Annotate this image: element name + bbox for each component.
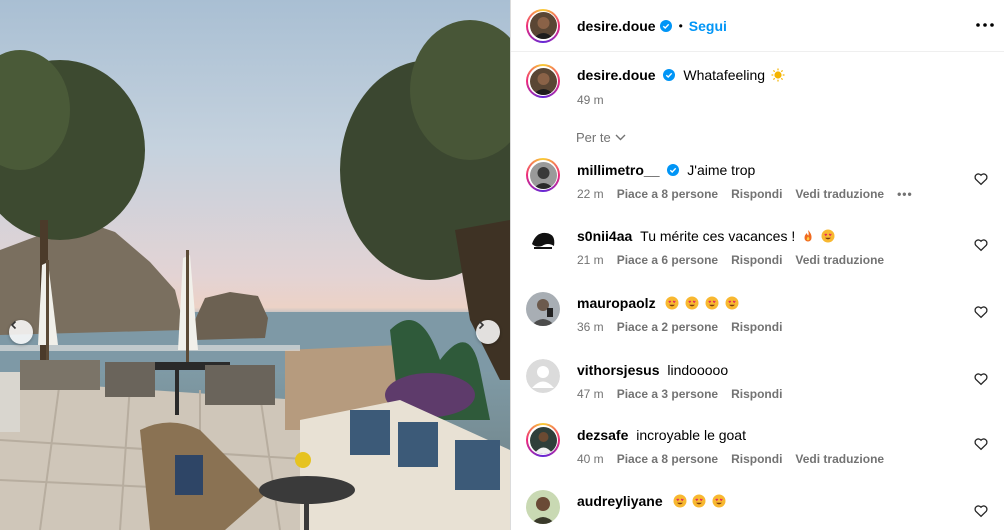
- reply-button[interactable]: Rispondi: [731, 253, 782, 267]
- caption-text: Whatafeeling: [683, 67, 766, 83]
- person-avatar-icon: [529, 426, 557, 454]
- post-options-button[interactable]: [972, 12, 998, 38]
- heart-eyes-icon: [725, 296, 739, 310]
- like-heart-icon[interactable]: [974, 172, 988, 186]
- comment-likes[interactable]: Piace a 3 persone: [617, 387, 718, 401]
- verified-badge-icon: [663, 69, 676, 81]
- caption-username[interactable]: desire.doue: [577, 67, 656, 83]
- post-photo: [0, 0, 510, 530]
- comment-likes[interactable]: Piace a 2 persone: [617, 320, 718, 334]
- chevron-down-icon: [615, 134, 626, 141]
- comment-text: incroyable le goat: [636, 427, 746, 443]
- comment-likes[interactable]: Piace a 6 persone: [617, 253, 718, 267]
- comment-time: 21 m: [577, 253, 604, 267]
- like-heart-icon[interactable]: [974, 305, 988, 319]
- reply-button[interactable]: Rispondi: [731, 187, 782, 201]
- comment-time: 47 m: [577, 387, 604, 401]
- reply-button[interactable]: Rispondi: [731, 452, 782, 466]
- comment-likes[interactable]: Piace a 8 persone: [617, 452, 718, 466]
- translate-button[interactable]: Vedi traduzione: [795, 187, 884, 201]
- heart-eyes-icon: [712, 494, 726, 508]
- comment-avatar[interactable]: [526, 423, 560, 457]
- header-separator: •: [678, 18, 683, 33]
- comment-row: mauropaolz 36 m Piace a 2 persone Rispon…: [526, 292, 996, 334]
- like-heart-icon[interactable]: [974, 238, 988, 252]
- more-horizontal-icon: [976, 23, 994, 27]
- person-avatar-icon: [526, 490, 560, 524]
- translate-button[interactable]: Vedi traduzione: [795, 452, 884, 466]
- caption-avatar[interactable]: [526, 64, 560, 98]
- comment-time: 36 m: [577, 320, 604, 334]
- chevron-left-icon: [10, 320, 17, 330]
- like-heart-icon[interactable]: [974, 437, 988, 451]
- heart-eyes-icon: [705, 296, 719, 310]
- comment-time: 40 m: [577, 452, 604, 466]
- heart-eyes-icon: [665, 296, 679, 310]
- carousel-next-button[interactable]: [476, 320, 500, 344]
- comment-username[interactable]: mauropaolz: [577, 295, 656, 311]
- comment-avatar[interactable]: [526, 359, 560, 393]
- fire-icon: [804, 230, 812, 242]
- comment-username[interactable]: millimetro__: [577, 162, 659, 178]
- default-avatar-icon: [526, 359, 560, 393]
- comment-avatar[interactable]: [526, 224, 560, 258]
- person-avatar-icon: [529, 12, 557, 39]
- heart-eyes-icon: [821, 229, 835, 243]
- comment-username[interactable]: vithorsjesus: [577, 362, 659, 378]
- person-avatar-icon: [526, 292, 560, 326]
- comment-username[interactable]: audreyliyane: [577, 493, 663, 509]
- comments-area[interactable]: desire.doue Whatafeeling 49 m Per te mil…: [511, 52, 1004, 530]
- heart-eyes-icon: [692, 494, 706, 508]
- comment-likes[interactable]: Piace a 8 persone: [617, 187, 718, 201]
- reply-button[interactable]: Rispondi: [731, 320, 782, 334]
- like-heart-icon[interactable]: [974, 372, 988, 386]
- comment-text: Tu mérite ces vacances !: [640, 228, 796, 244]
- comment-filter-dropdown[interactable]: Per te: [576, 130, 626, 145]
- comment-text: lindooooo: [667, 362, 729, 378]
- verified-badge-icon: [667, 164, 680, 176]
- post-caption: desire.doue Whatafeeling 49 m: [526, 64, 785, 107]
- verified-badge-icon: [659, 19, 672, 32]
- comment-username[interactable]: s0nii4aa: [577, 228, 632, 244]
- person-avatar-icon: [526, 224, 560, 258]
- comment-time: 22 m: [577, 187, 604, 201]
- comment-filter-label: Per te: [576, 130, 611, 145]
- person-avatar-icon: [529, 67, 557, 95]
- translate-button[interactable]: Vedi traduzione: [795, 253, 884, 267]
- comment-text: J'aime trop: [687, 162, 756, 178]
- comment-avatar[interactable]: [526, 490, 560, 524]
- caption-time: 49 m: [577, 93, 604, 107]
- follow-button[interactable]: Segui: [689, 18, 727, 34]
- comment-row: vithorsjesus lindooooo 47 m Piace a 3 pe…: [526, 359, 996, 401]
- author-username[interactable]: desire.doue: [577, 18, 656, 34]
- post-header: desire.doue • Segui: [511, 0, 1004, 52]
- author-avatar[interactable]: [526, 8, 560, 43]
- comment-row: dezsafe incroyable le goat 40 m Piace a …: [526, 423, 996, 466]
- person-avatar-icon: [529, 161, 557, 189]
- comment-row: s0nii4aa Tu mérite ces vacances ! 21 m P…: [526, 224, 996, 267]
- like-heart-icon[interactable]: [974, 504, 988, 518]
- comment-row: audreyliyane: [526, 490, 996, 524]
- heart-eyes-icon: [673, 494, 686, 508]
- comment-username[interactable]: dezsafe: [577, 427, 628, 443]
- sun-icon: [771, 68, 785, 82]
- carousel-prev-button[interactable]: [9, 320, 33, 344]
- comment-avatar[interactable]: [526, 292, 560, 326]
- post-side-panel: desire.doue • Segui desire.doue Whatafee…: [510, 0, 1004, 530]
- terrace-sea-photo: [0, 20, 510, 530]
- comment-row: millimetro__ J'aime trop 22 m Piace a 8 …: [526, 158, 996, 201]
- heart-eyes-icon: [685, 296, 699, 310]
- chevron-right-icon: [478, 320, 485, 330]
- comment-avatar[interactable]: [526, 158, 560, 192]
- reply-button[interactable]: Rispondi: [731, 387, 782, 401]
- comment-options-button[interactable]: •••: [897, 187, 913, 201]
